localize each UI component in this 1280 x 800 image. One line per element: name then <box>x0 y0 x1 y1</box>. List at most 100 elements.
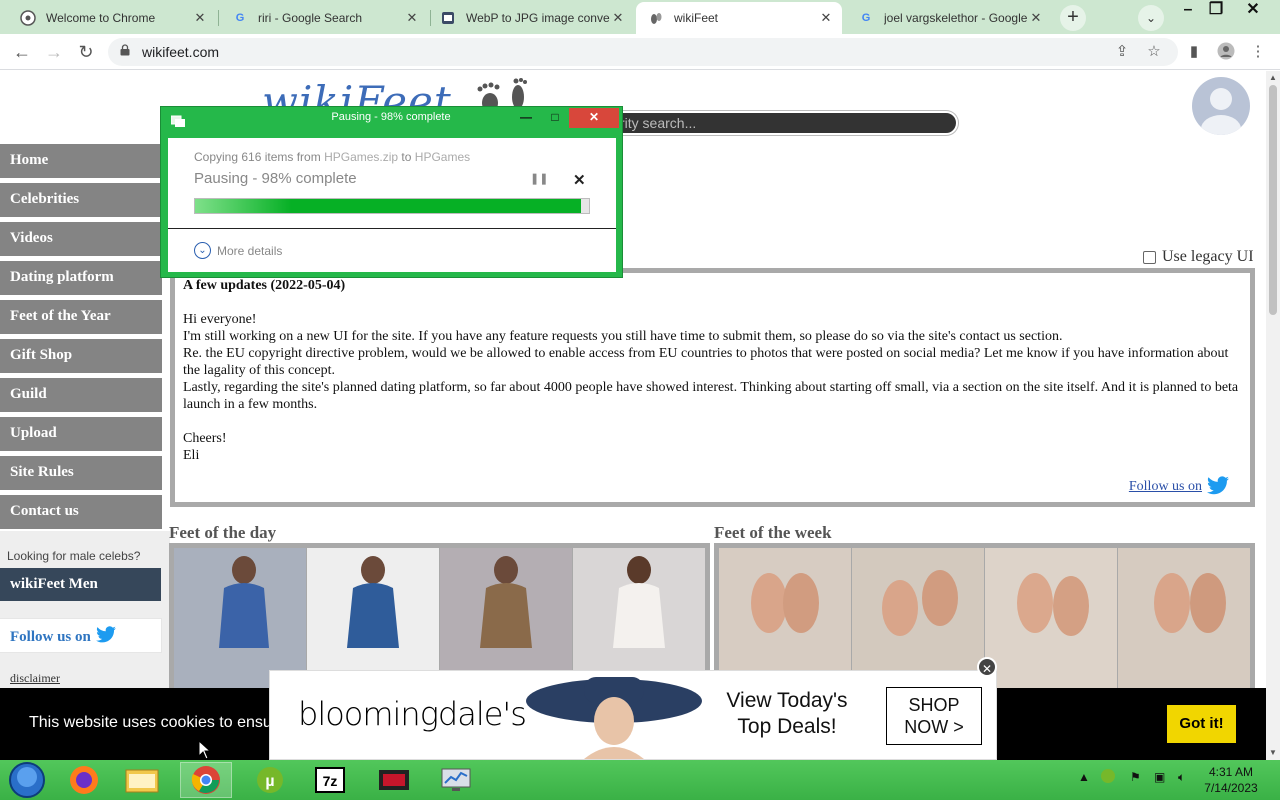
tab-webp-converter[interactable]: WebP to JPG image conver ✕ <box>428 2 634 34</box>
volume-icon[interactable]: 🔈︎ <box>1178 770 1185 785</box>
dialog-close-button[interactable]: ✕ <box>569 108 619 128</box>
taskbar-chrome[interactable] <box>180 762 232 798</box>
destination-link[interactable]: HPGames <box>415 150 470 164</box>
celebrity-search-input[interactable]: rity search... <box>600 111 958 135</box>
lock-icon <box>120 44 130 56</box>
close-window-button[interactable]: ✕ <box>1238 0 1268 22</box>
follow-us-news-link[interactable]: Follow us on <box>1129 476 1230 496</box>
close-tab-icon[interactable]: ✕ <box>192 10 208 26</box>
google-icon: G <box>235 12 245 24</box>
tab-google-riri[interactable]: G riri - Google Search ✕ <box>220 2 428 34</box>
7zip-icon: 7z <box>315 767 345 793</box>
progress-bar <box>194 198 590 214</box>
address-bar[interactable]: wikifeet.com <box>108 38 1178 66</box>
nav-upload[interactable]: Upload <box>0 417 162 451</box>
more-details-label: More details <box>217 243 283 258</box>
restore-button[interactable]: ❐ <box>1201 0 1231 22</box>
taskbar-media-app[interactable] <box>368 762 420 798</box>
copy-prefix: Copying 616 items from <box>194 150 325 164</box>
network-icon[interactable]: ▣ <box>1154 770 1165 784</box>
bookmark-star-icon[interactable]: ☆ <box>1144 42 1164 62</box>
close-tab-icon[interactable]: ✕ <box>610 10 626 26</box>
url-text: wikifeet.com <box>142 44 220 60</box>
news-author: Eli <box>183 448 200 463</box>
side-panel-icon[interactable]: ▮ <box>1184 42 1204 62</box>
profile-icon[interactable] <box>1216 42 1236 62</box>
tab-title: riri - Google Search <box>258 11 363 25</box>
taskbar-file-explorer[interactable] <box>116 762 168 798</box>
user-avatar[interactable] <box>1192 77 1250 135</box>
nav-guild[interactable]: Guild <box>0 378 162 412</box>
cookie-accept-button[interactable]: Got it! <box>1167 705 1236 743</box>
clock-time: 4:31 AM <box>1208 765 1254 779</box>
taskbar-7zip[interactable]: 7z <box>304 762 356 798</box>
start-button[interactable] <box>2 762 52 798</box>
nav-feet-of-the-year[interactable]: Feet of the Year <box>0 300 162 334</box>
cancel-copy-icon[interactable]: ✕ <box>573 171 586 189</box>
mouse-cursor-icon <box>198 740 210 760</box>
nav-celebrities[interactable]: Celebrities <box>0 183 162 217</box>
image-converter-icon <box>440 10 456 26</box>
gallery-thumbnail[interactable] <box>1118 548 1250 705</box>
nav-site-rules[interactable]: Site Rules <box>0 456 162 490</box>
page-scrollbar[interactable]: ▲ ▼ <box>1266 71 1280 760</box>
forward-button[interactable]: → <box>42 40 66 64</box>
nav-gift-shop[interactable]: Gift Shop <box>0 339 162 373</box>
reload-button[interactable]: ↻ <box>74 40 98 64</box>
utorrent-icon: µ <box>257 767 283 793</box>
tab-google-joel[interactable]: G joel vargskelethor - Google ✕ <box>846 2 1052 34</box>
utorrent-tray-icon[interactable] <box>1100 768 1116 787</box>
tab-welcome[interactable]: Welcome to Chrome ✕ <box>8 2 216 34</box>
taskbar-utorrent[interactable]: µ <box>244 762 296 798</box>
news-paragraph: Re. the EU copyright directive problem, … <box>183 346 1229 378</box>
disclaimer-link[interactable]: disclaimer <box>10 671 60 686</box>
news-paragraph: I'm still working on a new UI for the si… <box>183 329 1063 344</box>
pause-icon[interactable]: ❚❚ <box>530 172 548 185</box>
close-tab-icon[interactable]: ✕ <box>1028 10 1044 26</box>
firefox-icon <box>70 766 98 794</box>
close-tab-icon[interactable]: ✕ <box>818 10 834 26</box>
source-link[interactable]: HPGames.zip <box>324 150 398 164</box>
sidebar-nav: Home Celebrities Videos Dating platform … <box>0 144 162 534</box>
taskbar-task-manager[interactable] <box>430 762 482 798</box>
show-hidden-icons-icon[interactable]: ▲ <box>1078 770 1090 784</box>
legacy-ui-label: Use legacy UI <box>1162 248 1254 265</box>
scroll-up-arrow-icon[interactable]: ▲ <box>1266 71 1280 85</box>
minimize-button[interactable]: – <box>1173 0 1203 22</box>
chrome-menu-icon[interactable]: ⋮ <box>1248 42 1268 62</box>
chevron-down-icon: ⌄ <box>194 242 211 259</box>
share-icon[interactable]: ⇪ <box>1112 42 1132 62</box>
scrollbar-thumb[interactable] <box>1269 85 1277 315</box>
news-box: A few updates (2022-05-04) Hi everyone! … <box>170 268 1255 507</box>
advertisement-banner[interactable]: bloomingdale's View Today's Top Deals! S… <box>269 670 997 760</box>
close-tab-icon[interactable]: ✕ <box>404 10 420 26</box>
ad-shop-now-button[interactable]: SHOP NOW > <box>886 687 982 745</box>
follow-us-sidebar-link[interactable]: Follow us on <box>0 619 161 652</box>
clock-date: 7/14/2023 <box>1204 781 1258 795</box>
google-icon: G <box>861 12 871 24</box>
nav-dating-platform[interactable]: Dating platform <box>0 261 162 295</box>
nav-home[interactable]: Home <box>0 144 162 178</box>
system-clock[interactable]: 4:31 AM 7/14/2023 <box>1196 764 1266 796</box>
wikifeet-men-button[interactable]: wikiFeet Men <box>0 568 161 601</box>
copy-mid: to <box>398 150 415 164</box>
legacy-ui-toggle[interactable]: Use legacy UI <box>1143 248 1254 266</box>
gallery-thumbnail[interactable] <box>985 548 1117 705</box>
nav-videos[interactable]: Videos <box>0 222 162 256</box>
dialog-minimize-button[interactable]: — <box>512 108 540 128</box>
svg-text:7z: 7z <box>323 773 338 789</box>
back-button[interactable]: ← <box>10 40 34 64</box>
action-center-flag-icon[interactable]: ⚑ <box>1130 770 1141 784</box>
legacy-ui-checkbox[interactable] <box>1143 250 1156 264</box>
ad-close-icon[interactable]: ✕ <box>977 657 997 677</box>
taskbar-firefox[interactable] <box>58 762 110 798</box>
new-tab-button[interactable]: + <box>1060 5 1086 31</box>
scroll-down-arrow-icon[interactable]: ▼ <box>1266 746 1280 760</box>
dialog-maximize-button[interactable]: □ <box>541 108 569 128</box>
nav-contact-us[interactable]: Contact us <box>0 495 162 529</box>
tab-search-button[interactable]: ⌄ <box>1138 5 1164 31</box>
more-details-toggle[interactable]: ⌄ More details <box>194 242 282 259</box>
svg-text:µ: µ <box>265 773 274 790</box>
tab-wikifeet[interactable]: wikiFeet ✕ <box>636 2 842 34</box>
tab-strip: Welcome to Chrome ✕ G riri - Google Sear… <box>0 0 1280 34</box>
